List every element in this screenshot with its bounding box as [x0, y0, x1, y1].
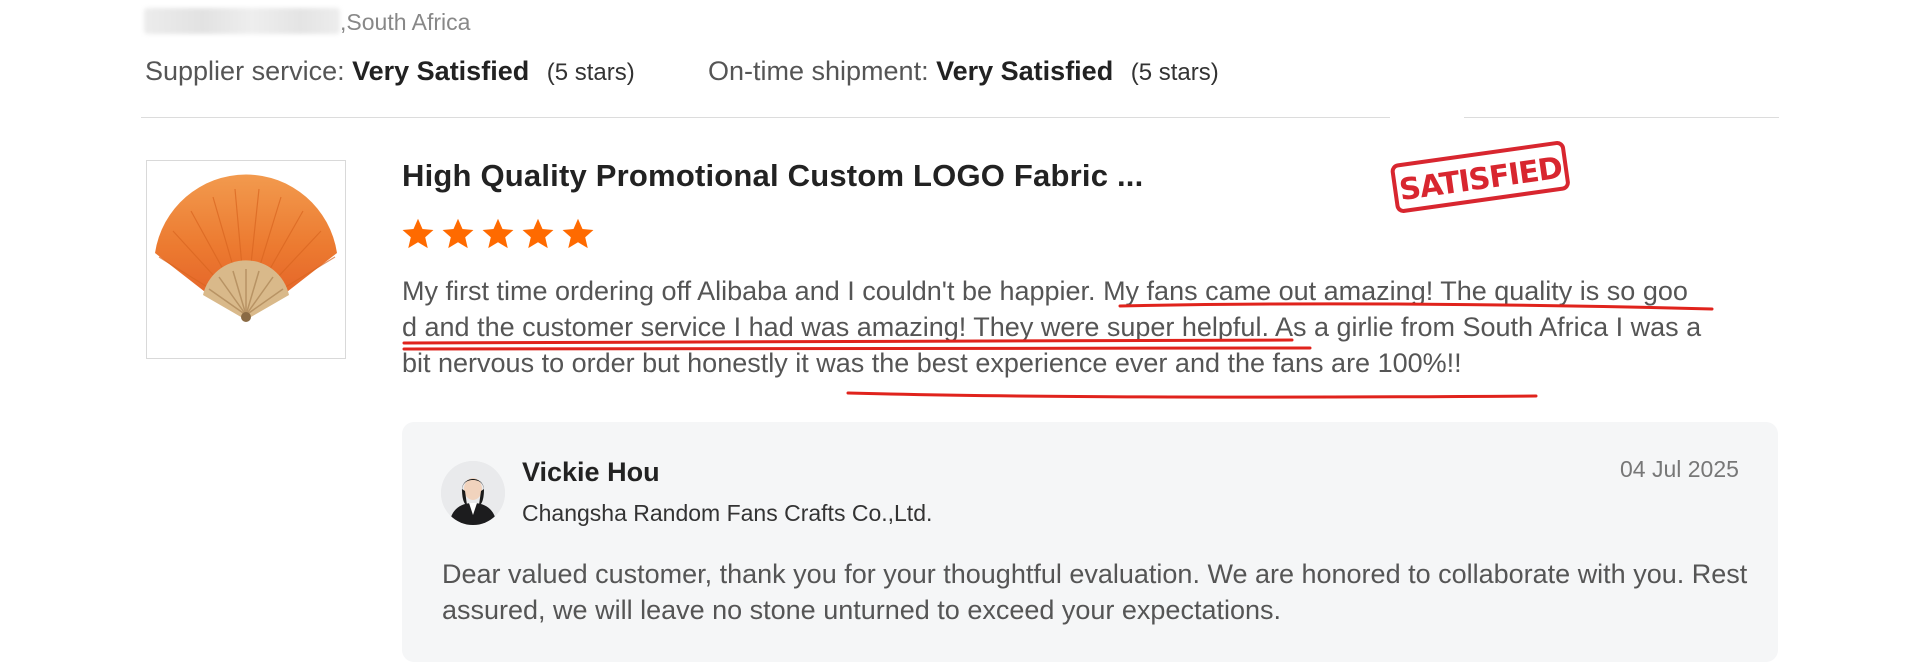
supplier-service-rating: Supplier service: Very Satisfied (5 star…: [145, 54, 635, 90]
rating-value: Very Satisfied: [936, 56, 1114, 86]
rating-stars-text: (5 stars): [546, 59, 635, 86]
divider-gap: [1390, 110, 1464, 124]
product-title-link[interactable]: High Quality Promotional Custom LOGO Fab…: [402, 157, 1143, 195]
rating-value: Very Satisfied: [352, 56, 530, 86]
star-icon: [482, 218, 514, 249]
seller-company-link[interactable]: Changsha Random Fans Crafts Co.,Ltd.: [522, 498, 932, 528]
reviewer-name-blurred: [144, 8, 340, 34]
rating-label: On-time shipment:: [708, 56, 929, 86]
star-icon: [522, 218, 554, 249]
seller-avatar: [441, 461, 505, 525]
review-text: My first time ordering off Alibaba and I…: [402, 276, 1702, 378]
section-divider: [141, 117, 1779, 118]
product-thumbnail[interactable]: [146, 160, 346, 359]
reply-date: 04 Jul 2025: [1620, 456, 1739, 482]
star-icon: [442, 218, 474, 249]
seller-name: Vickie Hou: [522, 457, 660, 487]
seller-reply-text: Dear valued customer, thank you for your…: [442, 559, 1748, 625]
hand-fan-icon: [155, 174, 337, 322]
star-icon: [402, 218, 434, 249]
reviewer-country: ,South Africa: [340, 9, 471, 35]
person-avatar-icon: [441, 461, 505, 525]
on-time-shipment-rating: On-time shipment: Very Satisfied (5 star…: [708, 54, 1219, 90]
rating-stars-text: (5 stars): [1130, 59, 1219, 86]
satisfied-stamp: SATISFIED: [1390, 141, 1570, 213]
product-star-rating: [400, 216, 596, 252]
star-icon: [562, 218, 594, 249]
rating-label: Supplier service:: [145, 56, 345, 86]
